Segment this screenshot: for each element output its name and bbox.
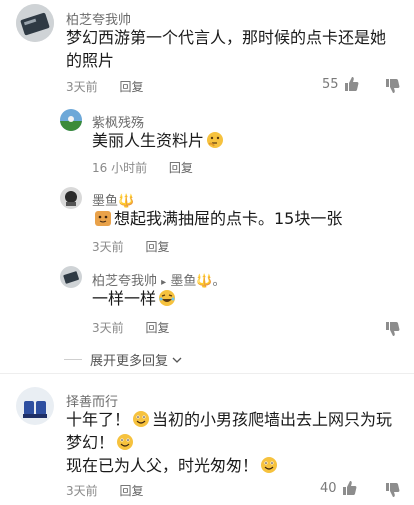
reply-button[interactable]: 回复 <box>145 240 169 254</box>
comment-time: 3天前 <box>92 240 124 254</box>
comment-text-line: 的照片 <box>66 51 115 70</box>
comment-time: 3天前 <box>66 484 98 498</box>
smile-emoji-icon <box>261 457 278 473</box>
thumbs-down-icon[interactable] <box>384 321 400 337</box>
laugh-emoji-icon <box>159 290 176 306</box>
chevron-down-icon <box>172 357 182 363</box>
like-count: 55 <box>322 76 339 92</box>
comment-text: 十年了！ 当初的小男孩爬墙出去上网只为玩 梦幻！ 现在已为人父，时光匆匆！ <box>66 408 406 477</box>
avatar[interactable] <box>60 266 82 288</box>
comment-text-content: 十年了！ <box>66 410 131 429</box>
reply-button[interactable]: 回复 <box>169 161 193 175</box>
comment-text: 一样一样 <box>92 287 178 310</box>
comment-text-content: 当初的小男孩爬墙出去上网只为玩 <box>152 410 393 429</box>
avatar[interactable] <box>60 187 82 209</box>
thinking-emoji-icon <box>207 132 224 148</box>
comment-divider <box>0 373 414 374</box>
avatar-image <box>60 266 82 288</box>
comment-text-content: 一样一样 <box>92 289 157 308</box>
comment-text-line: 梦幻西游第一个代言人，那时候的点卡还是她 <box>66 28 387 47</box>
comment-text-line: 十年了！ 当初的小男孩爬墙出去上网只为玩 <box>66 408 406 431</box>
avatar[interactable] <box>16 387 54 425</box>
thumbs-up-icon <box>344 77 358 91</box>
comment-text-line: 梦幻！ <box>66 431 406 454</box>
comment-text-content: 想起我满抽屉的点卡。15块一张 <box>114 209 343 228</box>
cat-emoji-icon <box>95 211 111 226</box>
comment-text: 想起我满抽屉的点卡。15块一张 <box>92 207 342 230</box>
avatar-image <box>16 4 54 42</box>
thumbs-up-icon <box>342 481 356 495</box>
comment-meta: 3天前 回复 <box>92 319 187 336</box>
reply-button[interactable]: 回复 <box>119 484 143 498</box>
smile-emoji-icon <box>117 434 134 450</box>
thumbs-down-icon[interactable] <box>384 78 400 94</box>
avatar[interactable] <box>16 4 54 42</box>
comment-meta: 3天前 回复 <box>66 482 161 499</box>
expand-more-label: 展开更多回复 <box>90 354 169 369</box>
reply-button[interactable]: 回复 <box>145 321 169 335</box>
comment-text-content: 现在已为人父，时光匆匆！ <box>66 456 259 475</box>
comment-meta: 3天前 回复 <box>92 238 187 255</box>
thumbs-down-icon[interactable] <box>384 482 400 498</box>
like-button[interactable]: 40 <box>320 480 357 496</box>
divider-line <box>64 359 82 360</box>
expand-more-replies-button[interactable]: 展开更多回复 <box>90 350 182 369</box>
reply-button[interactable]: 回复 <box>119 80 143 94</box>
avatar-image <box>60 109 82 131</box>
comment-time: 3天前 <box>92 321 124 335</box>
smile-emoji-icon <box>133 411 150 427</box>
avatar[interactable] <box>60 109 82 131</box>
comment-time: 3天前 <box>66 80 98 94</box>
comment-time: 16 小时前 <box>92 161 148 175</box>
comment-text-content: 美丽人生资料片 <box>92 131 205 150</box>
comment-meta: 16 小时前 回复 <box>92 159 211 176</box>
like-count: 40 <box>320 480 337 496</box>
comment-text-line: 现在已为人父，时光匆匆！ <box>66 454 406 477</box>
avatar-image <box>60 187 82 209</box>
comment-text-content: 梦幻！ <box>66 433 115 452</box>
reply-target-name[interactable]: 墨鱼🔱。 <box>170 274 225 289</box>
avatar-image <box>16 387 54 425</box>
comment-text: 梦幻西游第一个代言人，那时候的点卡还是她 的照片 <box>66 26 406 72</box>
like-button[interactable]: 55 <box>322 76 359 92</box>
comment-meta: 3天前 回复 <box>66 78 161 95</box>
comment-text: 美丽人生资料片 <box>92 129 226 152</box>
